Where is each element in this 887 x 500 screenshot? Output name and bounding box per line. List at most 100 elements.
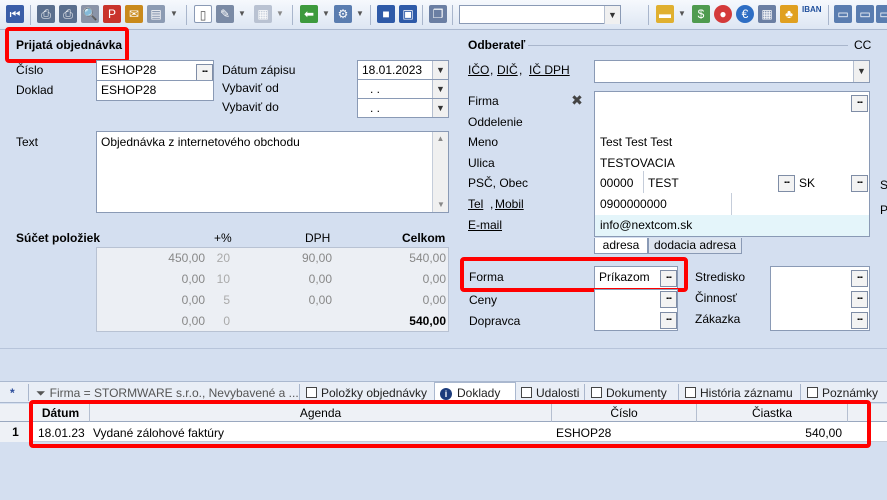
- cell-ciastka[interactable]: 540,00: [700, 426, 842, 440]
- save-icon[interactable]: ■: [377, 5, 395, 23]
- tel-link[interactable]: Tel: [468, 197, 483, 211]
- datum-zapisu-field[interactable]: 18.01.2023 ▼: [357, 60, 449, 80]
- text-area[interactable]: Objednávka z internetového obchodu ▲ ▼: [96, 131, 449, 213]
- chevron-down-icon[interactable]: ▼: [853, 61, 869, 82]
- ceny-picker-button[interactable]: ...: [660, 291, 677, 308]
- ceny-label: Ceny: [469, 293, 498, 307]
- obec-value[interactable]: TEST: [648, 176, 679, 190]
- dic-link[interactable]: DIČ: [497, 63, 518, 77]
- stredisko-picker-button[interactable]: ...: [851, 270, 868, 287]
- chevron-down-icon[interactable]: ▼: [604, 6, 620, 24]
- print-preview-icon[interactable]: ⎙: [59, 5, 77, 23]
- zakazka-label: Zákazka: [695, 312, 741, 326]
- chevron-down-icon[interactable]: ▼: [170, 9, 178, 18]
- new-record-icon[interactable]: ▯: [194, 5, 212, 23]
- pdf-icon[interactable]: P: [103, 5, 121, 23]
- copy-icon[interactable]: ❐: [429, 5, 447, 23]
- forma-picker-button[interactable]: ...: [660, 270, 677, 287]
- vybavit-od-field[interactable]: . . ▼: [357, 79, 449, 99]
- export-icon[interactable]: ✉: [125, 5, 143, 23]
- icdph-link[interactable]: IČ DPH: [529, 63, 570, 77]
- iban-icon[interactable]: IBAN: [802, 6, 822, 14]
- datum-zapisu-label: Dátum zápisu: [222, 63, 296, 77]
- print-icon[interactable]: ⎙: [37, 5, 55, 23]
- edit-brush-icon[interactable]: ✎: [216, 5, 234, 23]
- panel-icon[interactable]: ▭: [876, 5, 887, 23]
- tab-polozky[interactable]: Položky objednávky: [306, 385, 427, 401]
- summary-title: Súčet položiek: [16, 231, 101, 245]
- tab-dokumenty[interactable]: Dokumenty: [591, 385, 667, 401]
- email-value[interactable]: info@nextcom.sk: [600, 218, 692, 232]
- ico-link[interactable]: IČO: [468, 63, 489, 77]
- window-list-icon[interactable]: ▭: [856, 5, 874, 23]
- obec-picker-button[interactable]: ...: [778, 175, 795, 192]
- col-datum[interactable]: Dátum: [32, 404, 90, 422]
- chevron-down-icon[interactable]: ▼: [432, 99, 448, 117]
- cinnost-picker-button[interactable]: ...: [851, 291, 868, 308]
- tab-filter[interactable]: ⏷ Firma = STORMWARE s.r.o., Nevybavené a …: [36, 385, 299, 401]
- hierarchy-icon[interactable]: ♣: [780, 5, 798, 23]
- cell-agenda[interactable]: Vydané zálohové faktúry: [93, 426, 224, 440]
- vybavit-do-field[interactable]: . . ▼: [357, 98, 449, 118]
- summary-cell: 0,00: [422, 272, 446, 286]
- text-scrollbar[interactable]: ▲ ▼: [432, 132, 448, 212]
- scroll-down-icon[interactable]: ▼: [433, 198, 448, 212]
- euro-icon[interactable]: €: [736, 5, 754, 23]
- tab-adresa[interactable]: adresa: [594, 238, 648, 254]
- psc-value[interactable]: 00000: [600, 176, 633, 190]
- address-book-combo[interactable]: ▼: [594, 60, 870, 83]
- tel-value[interactable]: 0900000000: [600, 197, 667, 211]
- tab-poznamky[interactable]: Poznámky: [807, 385, 878, 401]
- email-link[interactable]: E-mail: [468, 218, 502, 232]
- firma-picker-button[interactable]: ...: [851, 95, 868, 112]
- doklad-field[interactable]: ESHOP28: [96, 80, 214, 101]
- chevron-down-icon[interactable]: ▼: [432, 80, 448, 98]
- col-ciastka[interactable]: Čiastka: [697, 404, 848, 422]
- settings-gear-icon[interactable]: ⚙: [334, 5, 352, 23]
- main-toolbar: ⏮ ⎙ ⎙ 🔍 P ✉ ▤ ▼ ▯ ✎ ▼ ▦ ▼ ⬅ ▼ ⚙ ▼ ■ ▣ ❐ …: [0, 0, 887, 30]
- chevron-down-icon[interactable]: ▼: [322, 9, 330, 18]
- circle-red-icon[interactable]: ●: [714, 5, 732, 23]
- row-number: 1: [0, 422, 32, 442]
- disabled-grid-icon: ▦: [254, 5, 272, 23]
- zoom-preview-icon[interactable]: 🔍: [81, 5, 99, 23]
- col-cislo[interactable]: Číslo: [552, 404, 697, 422]
- save-all-icon[interactable]: ▣: [399, 5, 417, 23]
- report-icon[interactable]: ▤: [147, 5, 165, 23]
- splitter[interactable]: [0, 348, 887, 381]
- mobil-link[interactable]: Mobil: [495, 197, 524, 211]
- folder-icon[interactable]: ▬: [656, 5, 674, 23]
- summary-cell: 540,00: [409, 251, 446, 265]
- back-arrow-icon[interactable]: ⬅: [300, 5, 318, 23]
- tab-star[interactable]: *: [10, 385, 15, 401]
- chevron-down-icon[interactable]: ▼: [678, 9, 686, 18]
- country-value[interactable]: SK: [799, 176, 815, 190]
- zakazka-picker-button[interactable]: ...: [851, 312, 868, 329]
- chevron-down-icon[interactable]: ▼: [432, 61, 448, 79]
- col-agenda[interactable]: Agenda: [90, 404, 552, 422]
- tab-historia[interactable]: História záznamu: [685, 385, 793, 401]
- tab-udalosti[interactable]: Udalosti: [521, 385, 579, 401]
- money-icon[interactable]: $: [692, 5, 710, 23]
- tab-dodacia-adresa[interactable]: dodacia adresa: [648, 238, 742, 254]
- chevron-down-icon[interactable]: ▼: [238, 9, 246, 18]
- scroll-up-icon[interactable]: ▲: [433, 132, 448, 146]
- cell-datum[interactable]: 18.01.23: [38, 426, 85, 440]
- meno-value[interactable]: Test Test Test: [600, 135, 672, 149]
- vybavit-do-label: Vybaviť do: [222, 100, 279, 114]
- window-icon[interactable]: ▭: [834, 5, 852, 23]
- ulica-label: Ulica: [468, 156, 495, 170]
- calculator-icon[interactable]: ▦: [758, 5, 776, 23]
- cislo-picker-button[interactable]: ...: [196, 64, 213, 81]
- ulica-value[interactable]: TESTOVACIA: [600, 156, 675, 170]
- dopravca-picker-button[interactable]: ...: [660, 312, 677, 329]
- toolbar-search-combo[interactable]: ▼: [459, 5, 621, 24]
- oddelenie-label: Oddelenie: [468, 115, 523, 129]
- tab-doklady[interactable]: i Doklady: [440, 385, 500, 401]
- summary-cell: 90,00: [301, 251, 332, 265]
- cell-cislo[interactable]: ESHOP28: [556, 426, 611, 440]
- first-record-icon[interactable]: ⏮: [6, 5, 24, 23]
- clear-address-icon[interactable]: ✖: [568, 91, 586, 109]
- country-picker-button[interactable]: ...: [851, 175, 868, 192]
- chevron-down-icon[interactable]: ▼: [356, 9, 364, 18]
